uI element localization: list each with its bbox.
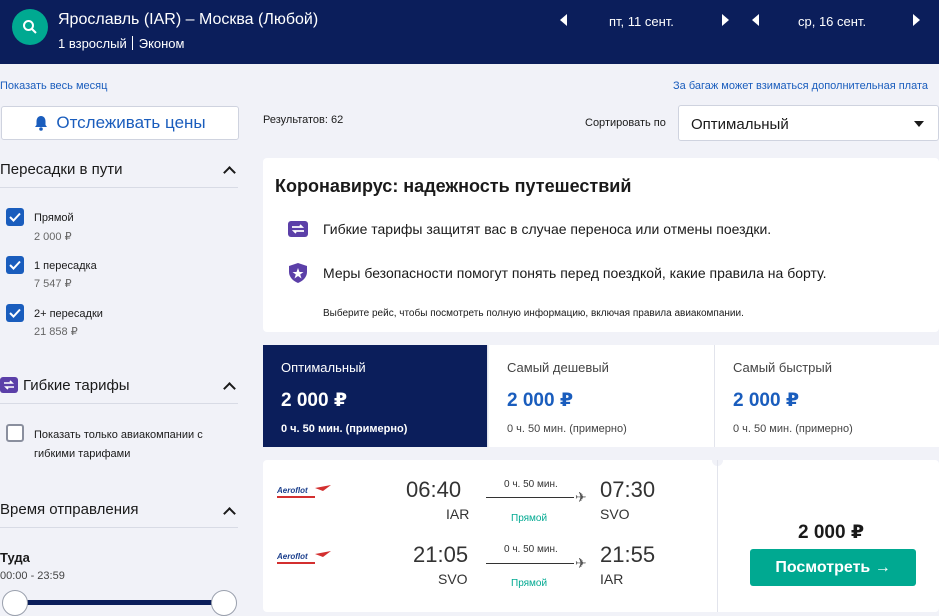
cabin-class: Эконом <box>138 36 185 51</box>
tab-cheapest[interactable]: Самый дешевый 2 000 ₽ 0 ч. 50 мин. (прим… <box>489 345 715 447</box>
route-title[interactable]: Ярославль (IAR) – Москва (Любой) <box>58 11 318 29</box>
flight-price: 2 000 ₽ <box>798 522 865 543</box>
tab-optimal-duration: 0 ч. 50 мин. (примерно) <box>281 423 408 435</box>
coronavirus-info-card: Коронавирус: надежность путешествий Гибк… <box>263 158 939 332</box>
return-prev-date-button[interactable] <box>752 14 759 26</box>
segment1-arrival-time: 07:30 <box>600 477 656 502</box>
divider <box>0 527 238 528</box>
tab-fastest-duration: 0 ч. 50 мин. (примерно) <box>733 423 853 435</box>
sort-label: Сортировать по <box>585 117 666 129</box>
stops-direct-checkbox[interactable] <box>6 208 24 226</box>
departure-time-range: 00:00 - 23:59 <box>0 570 65 582</box>
flexible-fare-icon <box>288 221 308 237</box>
segment1-stops: Прямой <box>511 513 548 524</box>
chevron-up-icon[interactable] <box>223 382 236 395</box>
flex-only-checkbox[interactable] <box>6 424 24 442</box>
stops-two-plus-label[interactable]: 2+ пересадки <box>34 308 103 320</box>
airline-logo: Aeroflot <box>277 551 331 564</box>
segment2-departure-time: 21:05 <box>413 542 469 567</box>
stops-two-plus-price: 21 858 ₽ <box>34 326 78 338</box>
segment2-line <box>486 563 574 564</box>
coronavirus-note: Выберите рейс, чтобы посмотреть полную и… <box>323 308 744 319</box>
divider <box>0 403 238 404</box>
stops-two-plus-checkbox[interactable] <box>6 304 24 322</box>
departure-time-slider-track[interactable] <box>14 600 224 605</box>
flex-only-label-line2[interactable]: гибкими тарифами <box>34 448 130 460</box>
airline-logo-text: Aeroflot <box>277 486 308 495</box>
tab-fastest[interactable]: Самый быстрый 2 000 ₽ 0 ч. 50 мин. (прим… <box>715 345 939 447</box>
search-header[interactable]: Ярославль (IAR) – Москва (Любой) 1 взрос… <box>0 0 939 64</box>
segment1-arrival-code: SVO <box>600 506 630 522</box>
flex-filter-title: Гибкие тарифы <box>23 377 130 394</box>
departure-time-slider-min-handle[interactable] <box>2 590 28 616</box>
chevron-up-icon[interactable] <box>223 166 236 179</box>
flight-result-card[interactable]: Aeroflot 06:40 IAR 0 ч. 50 мин. ✈ Прямой… <box>263 455 939 612</box>
tab-optimal-price: 2 000 ₽ <box>281 390 348 411</box>
flex-only-label-line1[interactable]: Показать только авиакомпании с <box>34 429 203 441</box>
plane-icon: ✈ <box>575 489 587 505</box>
segment2-arrival-time: 21:55 <box>600 542 656 567</box>
results-count: Результатов: 62 <box>263 114 344 126</box>
segment2-stops: Прямой <box>511 578 548 589</box>
stops-one-price: 7 547 ₽ <box>34 278 72 290</box>
passenger-count: 1 взрослый <box>58 36 127 51</box>
tab-optimal[interactable]: Оптимальный 2 000 ₽ 0 ч. 50 мин. (пример… <box>263 345 488 447</box>
search-icon <box>23 20 37 34</box>
shield-icon <box>289 263 307 283</box>
coronavirus-title: Коронавирус: надежность путешествий <box>275 176 632 196</box>
bell-icon <box>35 116 48 131</box>
return-next-date-button[interactable] <box>913 14 920 26</box>
segment2-duration: 0 ч. 50 мин. <box>504 544 558 555</box>
tab-cheapest-label: Самый дешевый <box>507 360 609 375</box>
depart-next-date-button[interactable] <box>722 14 729 26</box>
stops-filter-title: Пересадки в пути <box>0 161 123 178</box>
segment1-line <box>486 497 574 498</box>
stops-one-checkbox[interactable] <box>6 256 24 274</box>
stops-direct-label[interactable]: Прямой <box>34 212 74 224</box>
check-icon <box>9 212 21 222</box>
departure-time-filter-title: Время отправления <box>0 501 139 518</box>
depart-prev-date-button[interactable] <box>560 14 567 26</box>
tab-optimal-label: Оптимальный <box>281 360 366 375</box>
depart-date[interactable]: пт, 11 сент. <box>609 14 674 29</box>
divider <box>0 187 238 188</box>
segment1-duration: 0 ч. 50 мин. <box>504 479 558 490</box>
search-button[interactable] <box>12 9 48 45</box>
sort-select-value: Оптимальный <box>691 116 789 133</box>
divider <box>131 36 133 50</box>
check-icon <box>9 308 21 318</box>
tab-fastest-label: Самый быстрый <box>733 360 832 375</box>
track-prices-button[interactable]: Отслеживать цены <box>1 106 239 140</box>
tab-fastest-price: 2 000 ₽ <box>733 390 800 411</box>
view-flight-button[interactable]: Посмотреть → <box>750 549 916 586</box>
tab-cheapest-duration: 0 ч. 50 мин. (примерно) <box>507 423 627 435</box>
flex-fare-icon <box>0 377 18 393</box>
airline-logo-text: Aeroflot <box>277 552 308 561</box>
baggage-note-link[interactable]: За багаж может взиматься дополнительная … <box>673 80 928 92</box>
coronavirus-flex-line: Гибкие тарифы защитят вас в случае перен… <box>323 221 772 237</box>
chevron-up-icon[interactable] <box>223 507 236 520</box>
segment1-departure-code: IAR <box>446 506 470 522</box>
return-date[interactable]: ср, 16 сент. <box>798 14 866 29</box>
check-icon <box>9 260 21 270</box>
segment1-departure-time: 06:40 <box>406 477 462 502</box>
airline-logo: Aeroflot <box>277 485 331 498</box>
stops-one-label[interactable]: 1 пересадка <box>34 260 97 272</box>
stops-direct-price: 2 000 ₽ <box>34 231 72 243</box>
sort-select[interactable]: Оптимальный <box>678 105 939 141</box>
segment2-arrival-code: IAR <box>600 571 624 587</box>
plane-icon: ✈ <box>575 555 587 571</box>
divider <box>717 460 718 612</box>
caret-down-icon <box>914 121 924 127</box>
passenger-summary[interactable]: 1 взрослый Эконом <box>58 36 184 51</box>
segment2-departure-code: SVO <box>438 571 468 587</box>
track-prices-label: Отслеживать цены <box>56 113 206 132</box>
departure-direction-label: Туда <box>0 550 30 565</box>
coronavirus-safety-line: Меры безопасности помогут понять перед п… <box>323 265 827 281</box>
tab-cheapest-price: 2 000 ₽ <box>507 390 574 411</box>
show-month-link[interactable]: Показать весь месяц <box>0 80 107 92</box>
departure-time-slider-max-handle[interactable] <box>211 590 237 616</box>
